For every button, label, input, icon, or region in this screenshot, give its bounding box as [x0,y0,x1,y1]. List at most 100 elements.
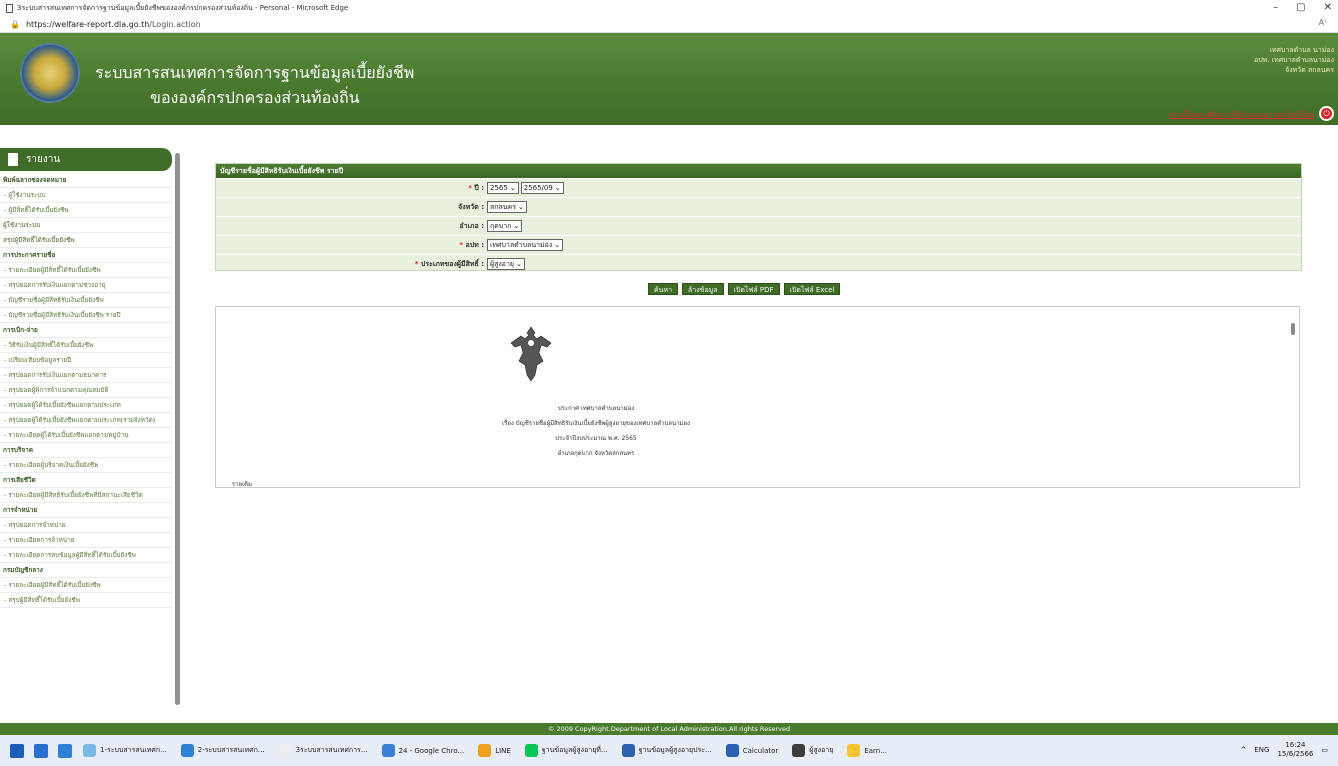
form-label-district: อำเภอ : [216,221,487,232]
form-label-beneficiary-type: * ประเภทของผู้มีสิทธิ์ : [216,259,487,270]
sidebar: รายงาน พิมพ์ฉลากซองจดหมาย - ผู้ใช้งานระบบ… [0,148,172,718]
preview-scroll-thumb[interactable] [1291,323,1295,335]
beneficiary-type-select[interactable]: ผู้สูงอายุ [487,258,525,270]
clear-button[interactable]: ล้างข้อมูล [682,283,724,295]
close-button[interactable]: ✕ [1324,2,1332,13]
sidebar-item[interactable]: - รายละเอียดผู้บริจาคเงินเบี้ยยังชีพ [0,458,172,473]
sidebar-scroll-thumb[interactable] [175,153,180,705]
sidebar-item[interactable]: - สรุปผู้มีสิทธิ์ได้รับเบี้ยยังชีพ [0,593,172,608]
notification-icon[interactable]: ▭ [1321,746,1328,754]
taskbar-app[interactable]: 2-ระบบสารสนเทศก... [180,744,265,757]
app-icon [381,744,395,757]
year-select[interactable]: 2565/09 [520,182,564,194]
window-titlebar: 3ระบบสารสนเทศการจัดการฐานข้อมูลเบี้ยยังช… [0,0,1338,16]
form-row-year: * ปี :25652565/09 [216,178,1301,197]
sidebar-item[interactable]: - สรุปยอดการรับเงินแยกตามธนาคาร [0,368,172,383]
action-buttons: ค้นหา ล้างข้อมูล เปิดไฟล์ PDF เปิดไฟล์ E… [648,283,841,295]
lock-icon[interactable]: 🔒 [10,20,20,29]
search-button[interactable]: ค้นหา [648,283,679,295]
taskbar-app[interactable]: LINE [478,744,511,757]
taskbar-app-label: 24 - Google Chro... [398,746,465,755]
announcement-subject: เรื่อง บัญชีรายชื่อผู้มีสิทธิรับเงินเบี้… [502,420,690,427]
sidebar-heading-label: รายงาน [26,154,61,165]
sidebar-item[interactable]: - เปรียบเทียบข้อมูลรายปี [0,353,172,368]
sidebar-item[interactable]: - สรุปยอดผู้ได้รับเบี้ยยังชีพแยกตามประเภ… [0,413,172,428]
taskbar-app[interactable]: ฐานข้อมูลผู้สูงอายุประ... [621,744,712,757]
language-indicator[interactable]: ENG [1254,746,1269,754]
download-manual-label[interactable]: ดาวน์โหลด คู่มือการใช้งานระบบ (ออนไลน์)ใ… [1169,111,1314,119]
province-select[interactable]: สกลนคร [487,201,527,213]
announcement-title: ประกาศ เทศบาลตำบลนาม่อง [557,405,635,412]
sidebar-item[interactable]: - บัญชีรายชื่อผู้มีสิทธิรับเงินเบี้ยยังช… [0,293,172,308]
location-line: อำเภอกุดบาก จังหวัดสกลนคร [557,450,635,457]
form-label-text: ปี : [474,183,484,192]
district-select[interactable]: กุดบาก [487,220,523,232]
clock-date[interactable]: 15/6/2566 [1277,750,1313,759]
taskbar-app-label: 2-ระบบสารสนเทศก... [197,746,265,754]
sidebar-item[interactable]: - รายละเอียดผู้ได้รับเบี้ยยังชีพแยกตามหม… [0,428,172,443]
taskbar-app[interactable]: Earn... [847,744,887,757]
open-excel-button[interactable]: เปิดไฟล์ Excel [783,283,841,295]
taskbar-app[interactable]: ผู้สูงอายุ [792,744,833,757]
org-select[interactable]: เทศบาลตำบลนาม่อง [487,239,564,251]
app-icon [847,744,861,757]
form-row-beneficiary-type: * ประเภทของผู้มีสิทธิ์ : ผู้สูงอายุ [216,254,1301,273]
taskbar-app-label: 1-ระบบสารสนเทศก... [100,746,167,754]
sidebar-item[interactable]: - รายละเอียดผู้มีสิทธิ์ได้รับเบี้ยยังชีพ [0,578,172,593]
read-aloud-icon[interactable]: A⁾ [1319,18,1326,27]
mail-icon[interactable] [58,743,72,758]
report-preview[interactable]: ประกาศ เทศบาลตำบลนาม่อง เรื่อง บัญชีรายช… [215,306,1300,488]
org-province: จังหวัด สกลนคร [1285,66,1334,74]
app-icon [725,744,739,757]
sidebar-item[interactable]: - รายละเอียดผู้มีสิทธิรับเบี้ยยังชีพที่ม… [0,488,172,503]
sidebar-section: การประกาศรายชื่อ [0,248,172,263]
sidebar-item[interactable]: - สรุปยอดการรับเงินแยกตามช่วงอายุ [0,278,172,293]
sidebar-item[interactable]: ผู้ใช้งานระบบ [0,218,172,233]
minimize-button[interactable]: – [1273,2,1278,13]
address-bar[interactable]: 🔒 https://welfare-report.dla.go.th /Logi… [0,16,1338,33]
sidebar-item[interactable]: - ผู้มีสิทธิ์ได้รับเบี้ยยังชีพ [0,203,172,218]
search-form: บัญชีรายชื่อผู้มีสิทธิรับเงินเบี้ยยังชีพ… [215,163,1302,271]
sidebar-item[interactable]: - สรุปยอดผู้พิการจำแนกตามคุณสมบัติ [0,383,172,398]
form-title: บัญชีรายชื่อผู้มีสิทธิรับเงินเบี้ยยังชีพ… [216,164,1301,178]
clock-time[interactable]: 16:24 [1277,741,1313,750]
form-label-text: ประเภทของผู้มีสิทธิ์ : [420,259,484,268]
taskbar-app[interactable]: 1-ระบบสารสนเทศก... [83,744,167,757]
sidebar-item[interactable]: - รายละเอียดผู้มีสิทธิ์ได้รับเบี้ยยังชีพ [0,263,172,278]
power-icon[interactable]: ⏻ [1319,106,1334,121]
report-icon [8,153,18,166]
system-tray: ^ ENG 16:24 15/6/2566 ▭ [1241,741,1329,759]
taskbar-app[interactable]: 3ระบบสารสนเทศการ... [278,744,368,757]
widgets-icon[interactable] [34,743,48,758]
preview-scrollbar[interactable] [1289,311,1297,483]
windows-start-icon[interactable] [10,743,24,758]
site-subtitle: ขององค์กรปกครองส่วนท้องถิ่น [150,88,360,107]
url-host[interactable]: https://welfare-report.dla.go.th [26,20,149,29]
form-row-district: อำเภอ : กุดบาก [216,216,1301,235]
taskbar-app-label: Earn... [864,746,887,755]
taskbar-app[interactable]: Calculator [725,744,779,757]
sidebar-item[interactable]: - ผู้ใช้งานระบบ [0,188,172,203]
sidebar-item[interactable]: - สรุปยอดการจำหน่าย [0,518,172,533]
taskbar-app[interactable]: 24 - Google Chro... [381,744,465,757]
year-select[interactable]: 2565 [487,182,519,194]
maximize-button[interactable]: ▢ [1296,2,1305,13]
form-label-province: จังหวัด : [216,202,487,213]
sidebar-item[interactable]: - รายละเอียดการลบข้อมูลผู้มีสิทธิ์ได้รับ… [0,548,172,563]
sidebar-item[interactable]: - บัญชีรายชื่อผู้มีสิทธิรับเงินเบี้ยยังช… [0,308,172,323]
sidebar-scrollbar[interactable] [173,145,181,720]
sidebar-item[interactable]: สรุปผู้มีสิทธิ์ได้รับเบี้ยยังชีพ [0,233,172,248]
url-path[interactable]: /Login.action [149,20,200,29]
sidebar-heading: รายงาน [0,148,172,171]
sidebar-item[interactable]: - สรุปยอดผู้ได้รับเบี้ยยังชีพแยกตามประเภ… [0,398,172,413]
fiscal-year: ประจำปีงบประมาณ พ.ศ. 2565 [555,435,637,442]
taskbar-app-label: ผู้สูงอายุ [809,746,834,754]
taskbar-app[interactable]: ฐานข้อมูลผู้สูงอายุที่... [524,744,608,757]
download-manual-link[interactable]: ดาวน์โหลด คู่มือการใช้งานระบบ (ออนไลน์)ใ… [1169,110,1314,121]
open-pdf-button[interactable]: เปิดไฟล์ PDF [727,283,780,295]
taskbar-app-label: 3ระบบสารสนเทศการ... [295,746,368,754]
chevron-up-icon[interactable]: ^ [1241,746,1247,754]
sidebar-item[interactable]: - วิธีรับเงินผู้มีสิทธิ์ได้รับเบี้ยยังชี… [0,338,172,353]
taskbar-app-label: Calculator [742,746,779,755]
sidebar-item[interactable]: - รายละเอียดการจำหน่าย [0,533,172,548]
